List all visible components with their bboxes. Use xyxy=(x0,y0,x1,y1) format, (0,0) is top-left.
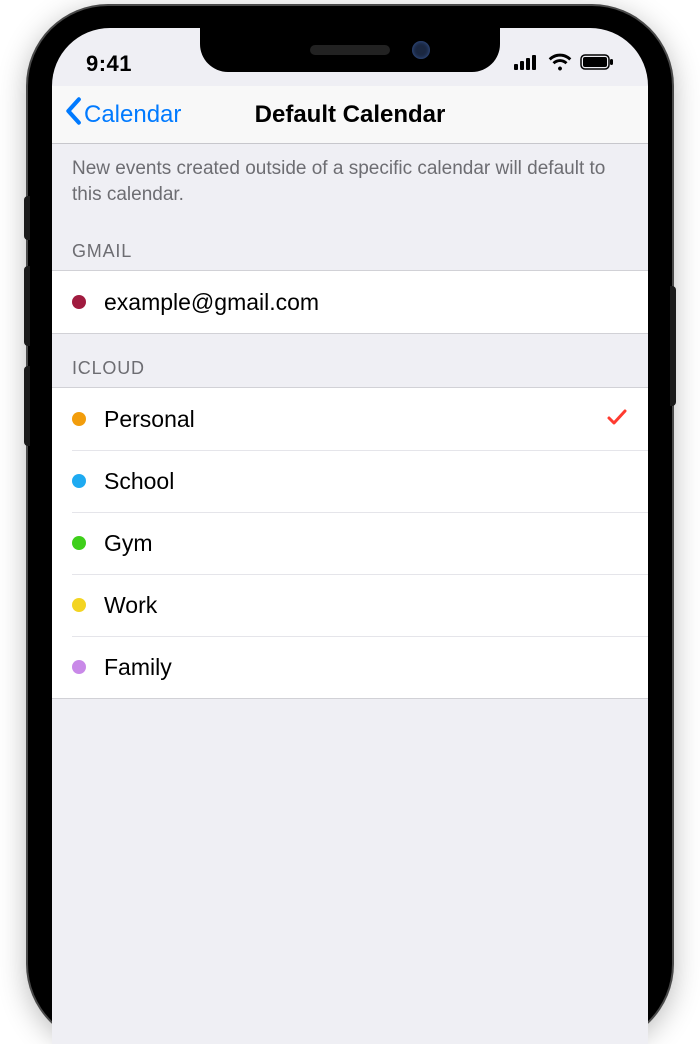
calendar-label: School xyxy=(104,468,174,495)
back-label: Calendar xyxy=(84,101,181,129)
dot-icon xyxy=(72,536,86,550)
volume-down-button xyxy=(24,366,30,446)
checkmark-icon xyxy=(606,406,628,433)
calendar-row-personal[interactable]: Personal xyxy=(52,388,648,450)
chevron-left-icon xyxy=(64,97,82,132)
phone-frame: 9:41 Calendar Default Calendar xyxy=(28,6,672,1044)
list-icloud: Personal School Gym Work Family xyxy=(52,387,648,699)
screen: 9:41 Calendar Default Calendar xyxy=(52,28,648,1044)
calendar-label: Personal xyxy=(104,406,195,433)
section-header-icloud: ICLOUD xyxy=(52,334,648,387)
status-time: 9:41 xyxy=(86,51,132,77)
cellular-icon xyxy=(514,54,540,75)
power-button xyxy=(670,286,676,406)
dot-icon xyxy=(72,474,86,488)
notch xyxy=(200,28,500,72)
calendar-label: Family xyxy=(104,654,172,681)
wifi-icon xyxy=(548,53,572,76)
nav-bar: Calendar Default Calendar xyxy=(52,86,648,144)
dot-icon xyxy=(72,412,86,426)
battery-icon xyxy=(580,54,614,75)
front-camera xyxy=(412,41,430,59)
volume-up-button xyxy=(24,266,30,346)
calendar-row-family[interactable]: Family xyxy=(52,636,648,698)
mute-switch xyxy=(24,196,30,240)
dot-icon xyxy=(72,598,86,612)
calendar-label: Work xyxy=(104,592,157,619)
speaker-grill xyxy=(310,45,390,55)
dot-icon xyxy=(72,295,86,309)
dot-icon xyxy=(72,660,86,674)
calendar-label: example@gmail.com xyxy=(104,289,319,316)
back-button[interactable]: Calendar xyxy=(64,97,181,132)
calendar-row-work[interactable]: Work xyxy=(52,574,648,636)
calendar-row-school[interactable]: School xyxy=(52,450,648,512)
calendar-label: Gym xyxy=(104,530,153,557)
calendar-row-gym[interactable]: Gym xyxy=(52,512,648,574)
list-gmail: example@gmail.com xyxy=(52,270,648,334)
section-header-gmail: GMAIL xyxy=(52,217,648,270)
calendar-row-gmail-0[interactable]: example@gmail.com xyxy=(52,271,648,333)
screen-description: New events created outside of a specific… xyxy=(52,144,648,217)
